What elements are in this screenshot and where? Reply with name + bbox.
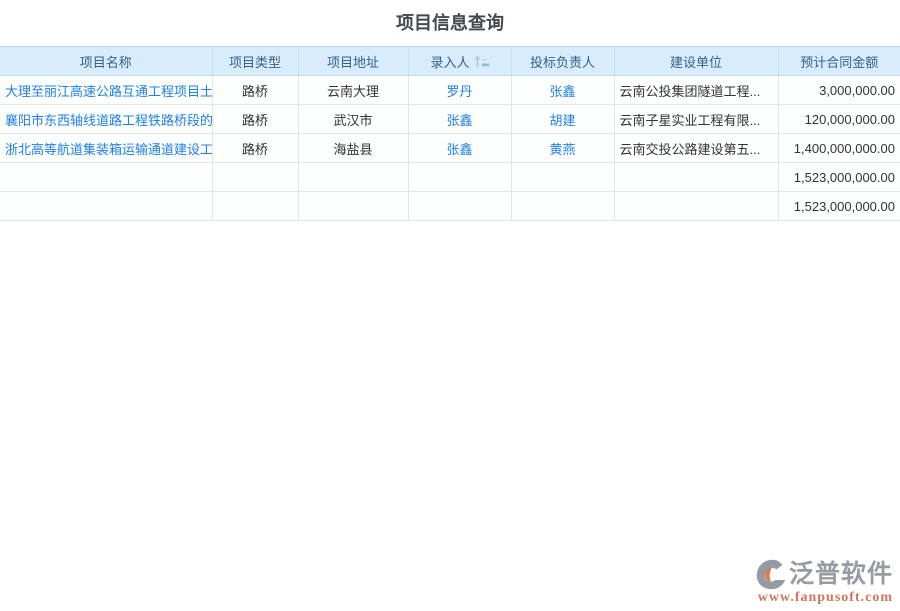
col-header-label: 项目类型 — [229, 55, 281, 70]
project-name-cell: 大理至丽江高速公路互通工程项目土 — [0, 76, 212, 105]
sort-ascending-icon[interactable] — [474, 55, 489, 68]
project-name-link[interactable]: 浙北高等航道集装箱运输通道建设工 — [5, 142, 212, 157]
table-header-row: 项目名称 项目类型 项目地址 录入人 投标负责人 建设单位 — [0, 47, 900, 76]
entry-person-link[interactable]: 张鑫 — [446, 113, 472, 128]
construction-unit-cell: 云南交投公路建设第五... — [614, 134, 778, 163]
bid-manager-cell: 胡建 — [511, 105, 614, 134]
construction-unit-cell: 云南公投集团隧道工程... — [614, 76, 778, 105]
col-header-label: 录入人 — [430, 55, 469, 70]
empty-cell — [511, 192, 614, 221]
project-address-cell: 武汉市 — [298, 105, 408, 134]
entry-person-cell: 罗丹 — [408, 76, 511, 105]
empty-cell — [614, 163, 778, 192]
total-amount: 1,523,000,000.00 — [778, 192, 900, 221]
col-header-project-type[interactable]: 项目类型 — [212, 47, 298, 76]
table-row: 襄阳市东西轴线道路工程铁路桥段的 路桥 武汉市 张鑫 胡建 云南子星实业工程有限… — [0, 105, 900, 134]
col-header-label: 项目名称 — [80, 55, 132, 70]
project-info-table: 项目名称 项目类型 项目地址 录入人 投标负责人 建设单位 — [0, 46, 900, 221]
project-address-cell: 海盐县 — [298, 134, 408, 163]
empty-cell — [511, 163, 614, 192]
project-name-link[interactable]: 襄阳市东西轴线道路工程铁路桥段的 — [5, 113, 212, 128]
project-type-cell: 路桥 — [212, 105, 298, 134]
subtotal-row: 1,523,000,000.00 — [0, 163, 900, 192]
empty-cell — [0, 192, 212, 221]
col-header-label: 投标负责人 — [530, 55, 595, 70]
col-header-construction-unit[interactable]: 建设单位 — [614, 47, 778, 76]
project-type-cell: 路桥 — [212, 134, 298, 163]
entry-person-link[interactable]: 张鑫 — [446, 142, 472, 157]
col-header-entry-person[interactable]: 录入人 — [408, 47, 511, 76]
project-name-cell: 襄阳市东西轴线道路工程铁路桥段的 — [0, 105, 212, 134]
empty-cell — [212, 192, 298, 221]
amount-cell: 1,400,000,000.00 — [778, 134, 900, 163]
entry-person-cell: 张鑫 — [408, 134, 511, 163]
empty-cell — [408, 163, 511, 192]
subtotal-amount: 1,523,000,000.00 — [778, 163, 900, 192]
construction-unit-cell: 云南子星实业工程有限... — [614, 105, 778, 134]
entry-person-link[interactable]: 罗丹 — [446, 84, 472, 99]
col-header-bid-manager[interactable]: 投标负责人 — [511, 47, 614, 76]
bid-manager-cell: 黄燕 — [511, 134, 614, 163]
bid-manager-link[interactable]: 胡建 — [549, 113, 575, 128]
bid-manager-link[interactable]: 张鑫 — [549, 84, 575, 99]
total-row: 1,523,000,000.00 — [0, 192, 900, 221]
empty-cell — [298, 192, 408, 221]
bid-manager-link[interactable]: 黄燕 — [549, 142, 575, 157]
empty-cell — [614, 192, 778, 221]
col-header-project-address[interactable]: 项目地址 — [298, 47, 408, 76]
project-name-cell: 浙北高等航道集装箱运输通道建设工 — [0, 134, 212, 163]
project-address-cell: 云南大理 — [298, 76, 408, 105]
page-title: 项目信息查询 — [0, 11, 900, 35]
col-header-estimated-contract-amount[interactable]: 预计合同金额 — [778, 47, 900, 76]
empty-cell — [298, 163, 408, 192]
col-header-label: 建设单位 — [670, 55, 722, 70]
col-header-project-name[interactable]: 项目名称 — [0, 47, 212, 76]
amount-cell: 120,000,000.00 — [778, 105, 900, 134]
col-header-label: 预计合同金额 — [800, 55, 878, 70]
project-type-cell: 路桥 — [212, 76, 298, 105]
empty-cell — [0, 163, 212, 192]
table-row: 大理至丽江高速公路互通工程项目土 路桥 云南大理 罗丹 张鑫 云南公投集团隧道工… — [0, 76, 900, 105]
table-row: 浙北高等航道集装箱运输通道建设工 路桥 海盐县 张鑫 黄燕 云南交投公路建设第五… — [0, 134, 900, 163]
brand-logo-row: 泛普软件 — [737, 558, 893, 591]
empty-cell — [212, 163, 298, 192]
fanpu-logo-icon — [754, 558, 787, 591]
empty-cell — [408, 192, 511, 221]
bid-manager-cell: 张鑫 — [511, 76, 614, 105]
entry-person-cell: 张鑫 — [408, 105, 511, 134]
brand-watermark: 泛普软件 www.fanpusoft.com — [737, 558, 893, 606]
brand-name: 泛普软件 — [789, 560, 893, 590]
project-name-link[interactable]: 大理至丽江高速公路互通工程项目土 — [5, 84, 212, 99]
amount-cell: 3,000,000.00 — [778, 76, 900, 105]
brand-website-link[interactable]: www.fanpusoft.com — [737, 590, 893, 606]
col-header-label: 项目地址 — [327, 55, 379, 70]
